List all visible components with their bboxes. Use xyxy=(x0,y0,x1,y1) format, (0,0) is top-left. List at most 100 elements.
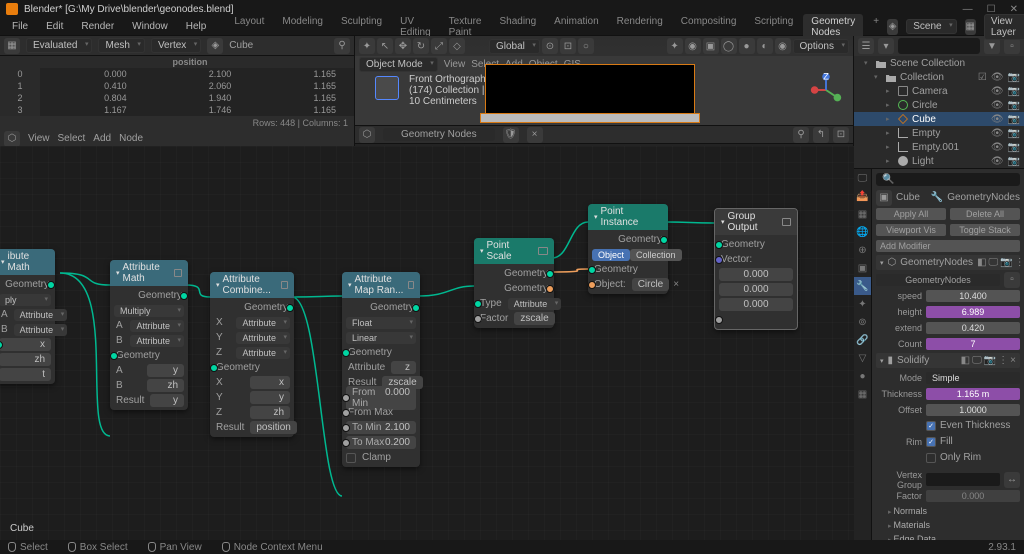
apply-all-button[interactable]: Apply All xyxy=(876,208,946,220)
hide-icon[interactable]: 👁 xyxy=(991,86,1004,97)
tab-viewlayer[interactable]: ▦ xyxy=(854,205,871,223)
panel-materials[interactable]: Materials xyxy=(876,518,1020,532)
field-res[interactable]: t xyxy=(0,368,51,381)
scene-icon[interactable]: ◈ xyxy=(887,19,898,35)
menu-file[interactable]: File xyxy=(8,21,32,32)
nodetree-name[interactable]: GeometryNodes xyxy=(876,274,1000,286)
viewlayer-dropdown[interactable]: View Layer xyxy=(984,14,1024,40)
field-z[interactable]: zh xyxy=(250,406,290,419)
vec-x[interactable]: 0.000 xyxy=(719,268,793,281)
overlay-icon[interactable]: ◉ xyxy=(685,38,701,54)
mod-close-icon[interactable]: × xyxy=(1010,355,1016,366)
tab-constraints[interactable]: 🔗 xyxy=(854,331,871,349)
col-header[interactable]: position xyxy=(40,56,354,68)
tab-modifiers[interactable]: 🔧 xyxy=(854,277,871,295)
orientation-dropdown[interactable]: Global xyxy=(489,39,540,54)
outliner-display-icon[interactable]: ▾ xyxy=(878,38,894,54)
mod-extra-icon[interactable]: ⋮ xyxy=(1015,257,1024,268)
tree-item-light[interactable]: ▸Light👁📷 xyxy=(854,154,1024,168)
node-attribute-combine[interactable]: Attribute Combine... Geometry XAttribute… xyxy=(210,272,294,437)
field-b[interactable]: zh xyxy=(0,353,51,366)
node-editor-type-icon[interactable]: ⬡ xyxy=(4,131,20,147)
pin-nodetree-icon[interactable]: ⚲ xyxy=(793,127,809,143)
interp-dropdown[interactable]: Linear xyxy=(346,332,416,344)
node-attribute-math-2[interactable]: Attribute Math Geometry Multiply AAttrib… xyxy=(110,260,188,410)
only-rim-checkbox[interactable] xyxy=(926,453,936,463)
new-nodetree-icon[interactable]: × xyxy=(527,127,543,143)
field-result[interactable]: position xyxy=(250,421,296,434)
disable-icon[interactable]: 📷 xyxy=(1008,156,1020,167)
field-b[interactable]: zh xyxy=(147,379,184,392)
table-row[interactable]: 31.1671.7461.165 xyxy=(0,104,354,116)
node-attribute-map-range[interactable]: Attribute Map Ran... Geometry Float Line… xyxy=(342,272,420,467)
ne-menu-add[interactable]: Add xyxy=(93,133,111,144)
exclude-checkbox-icon[interactable]: ☑ xyxy=(978,72,987,83)
panel-normals[interactable]: Normals xyxy=(876,504,1020,518)
node-collapse-icon[interactable] xyxy=(281,281,288,289)
tab-render[interactable]: 🖵 xyxy=(854,169,871,187)
scene-dropdown[interactable]: Scene xyxy=(906,19,956,34)
new-coll-icon[interactable]: ▫ xyxy=(1004,38,1020,54)
mod-realtime-icon[interactable]: 🖵 xyxy=(989,257,999,268)
viewport-vis-button[interactable]: Viewport Vis xyxy=(876,224,946,236)
add-modifier-dropdown[interactable]: Add Modifier xyxy=(876,240,1020,252)
clamp-checkbox[interactable] xyxy=(346,453,356,463)
node-group-name[interactable]: Geometry Nodes xyxy=(383,128,495,141)
type-z-dropdown[interactable]: Attribute xyxy=(236,347,290,359)
to-min-field[interactable]: To Min2.100 xyxy=(346,421,416,434)
tab-particles[interactable]: ✦ xyxy=(854,295,871,313)
tree-item-circle[interactable]: ▸Circle👁📷 xyxy=(854,98,1024,112)
field-x[interactable]: x xyxy=(250,376,290,389)
field-a[interactable]: y xyxy=(147,364,184,377)
table-row[interactable]: 20.8041.9401.165 xyxy=(0,92,354,104)
node-point-scale[interactable]: Point Scale Geometry Geometry TypeAttrib… xyxy=(474,238,554,328)
editor-type-icon[interactable]: ▦ xyxy=(4,38,20,54)
pivot-icon[interactable]: ⊙ xyxy=(542,38,558,54)
disable-icon[interactable]: 📷 xyxy=(1008,72,1020,83)
tab-mesh[interactable]: ▽ xyxy=(854,349,871,367)
node-collapse-icon[interactable] xyxy=(782,218,791,226)
type-dropdown[interactable]: Attribute xyxy=(508,298,562,310)
ne-menu-select[interactable]: Select xyxy=(58,133,86,144)
type-b-dropdown[interactable]: Attribute xyxy=(14,324,68,336)
menu-window[interactable]: Window xyxy=(128,21,172,32)
object-toggle[interactable]: Object xyxy=(592,249,630,261)
attr-field[interactable]: z xyxy=(391,361,416,374)
tree-scene-collection[interactable]: ▾ Scene Collection xyxy=(854,56,1024,70)
collection-toggle[interactable]: Collection xyxy=(630,249,682,261)
height-value[interactable]: 6.989 xyxy=(926,306,1020,318)
node-collapse-icon[interactable] xyxy=(538,247,548,255)
viewport-render[interactable] xyxy=(485,64,695,119)
mod-realtime-icon[interactable]: 🖵 xyxy=(972,355,982,366)
type-a-dropdown[interactable]: Attribute xyxy=(130,320,184,332)
filter-icon[interactable]: ▼ xyxy=(984,38,1000,54)
field-a[interactable]: x xyxy=(0,338,51,351)
active-tool-icon[interactable] xyxy=(375,76,399,100)
mode-dropdown[interactable]: Simple xyxy=(926,372,1020,384)
to-max-field[interactable]: To Max0.200 xyxy=(346,436,416,449)
hide-icon[interactable]: 👁 xyxy=(991,72,1004,83)
vp-view-menu[interactable]: View xyxy=(444,59,466,70)
outliner-editor-icon[interactable]: ☰ xyxy=(858,38,874,54)
tree-item-camera[interactable]: ▸Camera👁📷 xyxy=(854,84,1024,98)
mod-render-icon[interactable]: 📷 xyxy=(1000,257,1012,268)
factor-field[interactable]: zscale xyxy=(514,312,554,325)
outliner-search[interactable] xyxy=(898,38,980,54)
op-dropdown[interactable]: Multiply xyxy=(114,305,184,317)
node-editor-icon[interactable]: ⬡ xyxy=(359,127,375,143)
delete-all-button[interactable]: Delete All xyxy=(950,208,1020,220)
mod-extra-icon[interactable]: ⋮ xyxy=(998,355,1008,366)
clear-icon[interactable]: × xyxy=(673,279,679,290)
ne-menu-node[interactable]: Node xyxy=(119,133,143,144)
eval-dropdown[interactable]: Evaluated xyxy=(26,38,92,53)
cube-obj-icon[interactable]: ◈ xyxy=(207,38,223,54)
factor-value[interactable]: 0.000 xyxy=(926,490,1020,502)
disable-icon[interactable]: 📷 xyxy=(1008,86,1020,97)
thickness-value[interactable]: 1.165 m xyxy=(926,388,1020,400)
nav-gizmo[interactable]: Z xyxy=(807,71,845,109)
hide-icon[interactable]: 👁 xyxy=(991,156,1004,167)
mode-dropdown[interactable]: Object Mode xyxy=(359,57,438,72)
transform-tool-icon[interactable]: ◇ xyxy=(449,38,465,54)
panel-edge-data[interactable]: Edge Data xyxy=(876,532,1020,540)
tab-output[interactable]: 📤 xyxy=(854,187,871,205)
